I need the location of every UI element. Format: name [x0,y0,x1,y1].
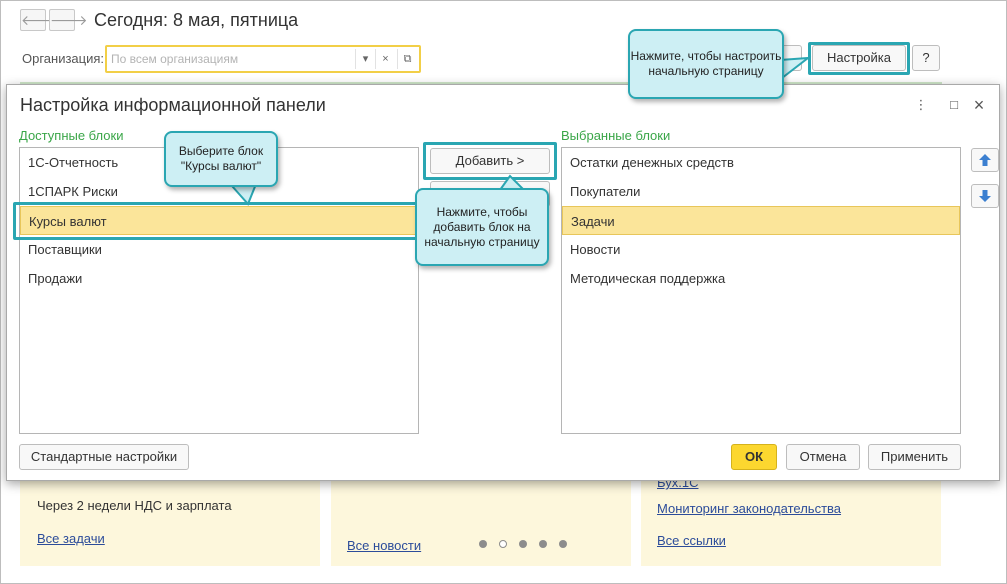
add-callout: Нажмите, чтобы добавить блок на начальну… [415,188,549,266]
setup-callout-text: Нажмите, чтобы настроить начальную стран… [630,49,782,78]
setup-callout: Нажмите, чтобы настроить начальную стран… [628,29,784,99]
add-callout-text: Нажмите, чтобы добавить блок на начальну… [424,204,540,249]
select-callout: Выберите блок "Курсы валют" [164,131,278,187]
callout-pointers [229,56,812,206]
select-callout-text: Выберите блок "Курсы валют" [178,144,264,173]
